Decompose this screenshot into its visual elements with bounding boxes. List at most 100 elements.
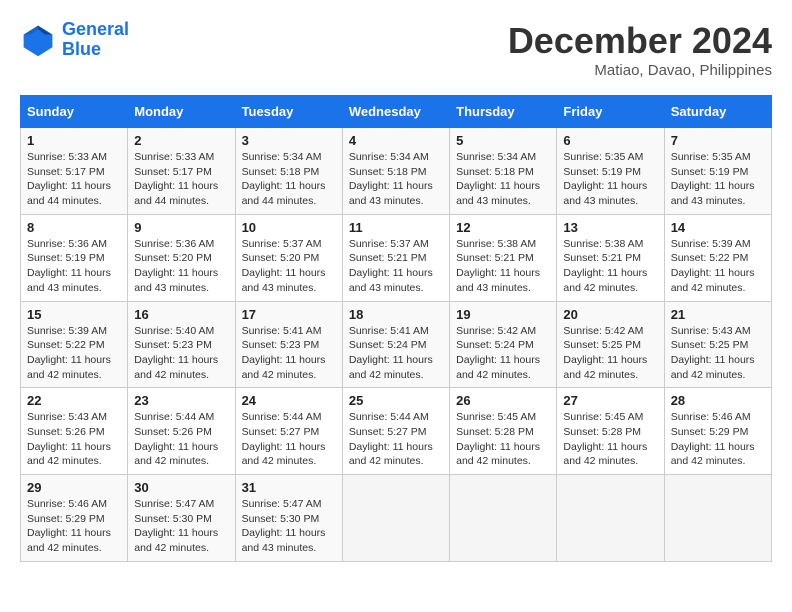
day-info: Sunrise: 5:36 AMSunset: 5:19 PMDaylight:… bbox=[27, 237, 121, 296]
day-info: Sunrise: 5:34 AMSunset: 5:18 PMDaylight:… bbox=[349, 150, 443, 209]
day-info: Sunrise: 5:38 AMSunset: 5:21 PMDaylight:… bbox=[456, 237, 550, 296]
logo-line2: Blue bbox=[62, 39, 101, 59]
day-number: 5 bbox=[456, 133, 550, 148]
day-number: 1 bbox=[27, 133, 121, 148]
weekday-header: Thursday bbox=[450, 96, 557, 128]
calendar-cell: 12 Sunrise: 5:38 AMSunset: 5:21 PMDayligh… bbox=[450, 214, 557, 301]
calendar-cell: 25Sunrise: 5:44 AMSunset: 5:27 PMDayligh… bbox=[342, 388, 449, 475]
day-info: Sunrise: 5:39 AMSunset: 5:22 PMDaylight:… bbox=[671, 237, 765, 296]
calendar-cell: 29Sunrise: 5:46 AMSunset: 5:29 PMDayligh… bbox=[21, 475, 128, 562]
logo-icon bbox=[20, 22, 56, 58]
calendar-week-row: 15 Sunrise: 5:39 AMSunset: 5:22 PMDayligh… bbox=[21, 301, 772, 388]
weekday-header: Wednesday bbox=[342, 96, 449, 128]
calendar-cell bbox=[557, 475, 664, 562]
day-info: Sunrise: 5:46 AMSunset: 5:29 PMDaylight:… bbox=[671, 410, 765, 469]
calendar-week-row: 8 Sunrise: 5:36 AMSunset: 5:19 PMDaylight… bbox=[21, 214, 772, 301]
day-number: 9 bbox=[134, 220, 228, 235]
calendar-cell: 16Sunrise: 5:40 AMSunset: 5:23 PMDayligh… bbox=[128, 301, 235, 388]
day-info: Sunrise: 5:36 AMSunset: 5:20 PMDaylight:… bbox=[134, 237, 228, 296]
calendar-cell: 3 Sunrise: 5:34 AMSunset: 5:18 PMDaylight… bbox=[235, 128, 342, 215]
calendar-cell: 13 Sunrise: 5:38 AMSunset: 5:21 PMDayligh… bbox=[557, 214, 664, 301]
day-number: 10 bbox=[242, 220, 336, 235]
calendar-cell: 26Sunrise: 5:45 AMSunset: 5:28 PMDayligh… bbox=[450, 388, 557, 475]
day-number: 4 bbox=[349, 133, 443, 148]
weekday-header: Saturday bbox=[664, 96, 771, 128]
calendar-cell: 27Sunrise: 5:45 AMSunset: 5:28 PMDayligh… bbox=[557, 388, 664, 475]
title-block: December 2024 Matiao, Davao, Philippines bbox=[508, 20, 772, 79]
calendar-cell: 17 Sunrise: 5:41 AMSunset: 5:23 PMDayligh… bbox=[235, 301, 342, 388]
calendar-cell: 2 Sunrise: 5:33 AMSunset: 5:17 PMDaylight… bbox=[128, 128, 235, 215]
calendar-cell: 14Sunrise: 5:39 AMSunset: 5:22 PMDayligh… bbox=[664, 214, 771, 301]
calendar-cell: 23Sunrise: 5:44 AMSunset: 5:26 PMDayligh… bbox=[128, 388, 235, 475]
weekday-header: Friday bbox=[557, 96, 664, 128]
day-info: Sunrise: 5:47 AMSunset: 5:30 PMDaylight:… bbox=[134, 497, 228, 556]
day-info: Sunrise: 5:47 AMSunset: 5:30 PMDaylight:… bbox=[242, 497, 336, 556]
day-number: 19 bbox=[456, 307, 550, 322]
calendar-cell: 15 Sunrise: 5:39 AMSunset: 5:22 PMDayligh… bbox=[21, 301, 128, 388]
day-number: 20 bbox=[563, 307, 657, 322]
day-info: Sunrise: 5:33 AMSunset: 5:17 PMDaylight:… bbox=[134, 150, 228, 209]
calendar-cell: 21 Sunrise: 5:43 AMSunset: 5:25 PMDayligh… bbox=[664, 301, 771, 388]
day-info: Sunrise: 5:37 AMSunset: 5:21 PMDaylight:… bbox=[349, 237, 443, 296]
day-number: 22 bbox=[27, 393, 121, 408]
day-info: Sunrise: 5:35 AMSunset: 5:19 PMDaylight:… bbox=[563, 150, 657, 209]
day-info: Sunrise: 5:33 AMSunset: 5:17 PMDaylight:… bbox=[27, 150, 121, 209]
calendar-cell: 28Sunrise: 5:46 AMSunset: 5:29 PMDayligh… bbox=[664, 388, 771, 475]
day-info: Sunrise: 5:35 AMSunset: 5:19 PMDaylight:… bbox=[671, 150, 765, 209]
calendar-cell: 11 Sunrise: 5:37 AMSunset: 5:21 PMDayligh… bbox=[342, 214, 449, 301]
day-number: 8 bbox=[27, 220, 121, 235]
calendar-cell: 9 Sunrise: 5:36 AMSunset: 5:20 PMDaylight… bbox=[128, 214, 235, 301]
day-info: Sunrise: 5:41 AMSunset: 5:24 PMDaylight:… bbox=[349, 324, 443, 383]
day-number: 17 bbox=[242, 307, 336, 322]
day-number: 15 bbox=[27, 307, 121, 322]
calendar-cell: 31 Sunrise: 5:47 AMSunset: 5:30 PMDayligh… bbox=[235, 475, 342, 562]
day-number: 2 bbox=[134, 133, 228, 148]
day-info: Sunrise: 5:41 AMSunset: 5:23 PMDaylight:… bbox=[242, 324, 336, 383]
calendar-cell: 8 Sunrise: 5:36 AMSunset: 5:19 PMDaylight… bbox=[21, 214, 128, 301]
day-info: Sunrise: 5:34 AMSunset: 5:18 PMDaylight:… bbox=[456, 150, 550, 209]
day-info: Sunrise: 5:45 AMSunset: 5:28 PMDaylight:… bbox=[563, 410, 657, 469]
day-info: Sunrise: 5:37 AMSunset: 5:20 PMDaylight:… bbox=[242, 237, 336, 296]
day-info: Sunrise: 5:45 AMSunset: 5:28 PMDaylight:… bbox=[456, 410, 550, 469]
day-number: 13 bbox=[563, 220, 657, 235]
day-info: Sunrise: 5:44 AMSunset: 5:27 PMDaylight:… bbox=[242, 410, 336, 469]
day-number: 21 bbox=[671, 307, 765, 322]
calendar-week-row: 1 Sunrise: 5:33 AMSunset: 5:17 PMDaylight… bbox=[21, 128, 772, 215]
calendar-cell: 1 Sunrise: 5:33 AMSunset: 5:17 PMDaylight… bbox=[21, 128, 128, 215]
day-info: Sunrise: 5:38 AMSunset: 5:21 PMDaylight:… bbox=[563, 237, 657, 296]
calendar-cell: 19Sunrise: 5:42 AMSunset: 5:24 PMDayligh… bbox=[450, 301, 557, 388]
day-number: 18 bbox=[349, 307, 443, 322]
calendar-cell: 10 Sunrise: 5:37 AMSunset: 5:20 PMDayligh… bbox=[235, 214, 342, 301]
weekday-header: Tuesday bbox=[235, 96, 342, 128]
day-info: Sunrise: 5:34 AMSunset: 5:18 PMDaylight:… bbox=[242, 150, 336, 209]
page-header: General Blue December 2024 Matiao, Davao… bbox=[20, 20, 772, 79]
calendar-cell: 22 Sunrise: 5:43 AMSunset: 5:26 PMDayligh… bbox=[21, 388, 128, 475]
day-info: Sunrise: 5:43 AMSunset: 5:26 PMDaylight:… bbox=[27, 410, 121, 469]
day-number: 11 bbox=[349, 220, 443, 235]
calendar-cell: 6Sunrise: 5:35 AMSunset: 5:19 PMDaylight… bbox=[557, 128, 664, 215]
day-info: Sunrise: 5:44 AMSunset: 5:27 PMDaylight:… bbox=[349, 410, 443, 469]
calendar-cell: 5 Sunrise: 5:34 AMSunset: 5:18 PMDaylight… bbox=[450, 128, 557, 215]
day-number: 3 bbox=[242, 133, 336, 148]
month-title: December 2024 bbox=[508, 20, 772, 62]
location: Matiao, Davao, Philippines bbox=[508, 62, 772, 79]
day-number: 12 bbox=[456, 220, 550, 235]
calendar-week-row: 29Sunrise: 5:46 AMSunset: 5:29 PMDayligh… bbox=[21, 475, 772, 562]
day-number: 23 bbox=[134, 393, 228, 408]
day-number: 7 bbox=[671, 133, 765, 148]
day-number: 30 bbox=[134, 480, 228, 495]
day-number: 31 bbox=[242, 480, 336, 495]
logo-line1: General bbox=[62, 19, 129, 39]
logo-text: General Blue bbox=[62, 20, 129, 60]
calendar-cell: 7 Sunrise: 5:35 AMSunset: 5:19 PMDaylight… bbox=[664, 128, 771, 215]
day-info: Sunrise: 5:43 AMSunset: 5:25 PMDaylight:… bbox=[671, 324, 765, 383]
calendar-cell: 4 Sunrise: 5:34 AMSunset: 5:18 PMDaylight… bbox=[342, 128, 449, 215]
calendar-cell bbox=[450, 475, 557, 562]
day-info: Sunrise: 5:39 AMSunset: 5:22 PMDaylight:… bbox=[27, 324, 121, 383]
weekday-row: SundayMondayTuesdayWednesdayThursdayFrid… bbox=[21, 96, 772, 128]
calendar-cell: 30 Sunrise: 5:47 AMSunset: 5:30 PMDayligh… bbox=[128, 475, 235, 562]
weekday-header: Sunday bbox=[21, 96, 128, 128]
calendar-week-row: 22 Sunrise: 5:43 AMSunset: 5:26 PMDayligh… bbox=[21, 388, 772, 475]
calendar-cell bbox=[342, 475, 449, 562]
logo: General Blue bbox=[20, 20, 129, 60]
